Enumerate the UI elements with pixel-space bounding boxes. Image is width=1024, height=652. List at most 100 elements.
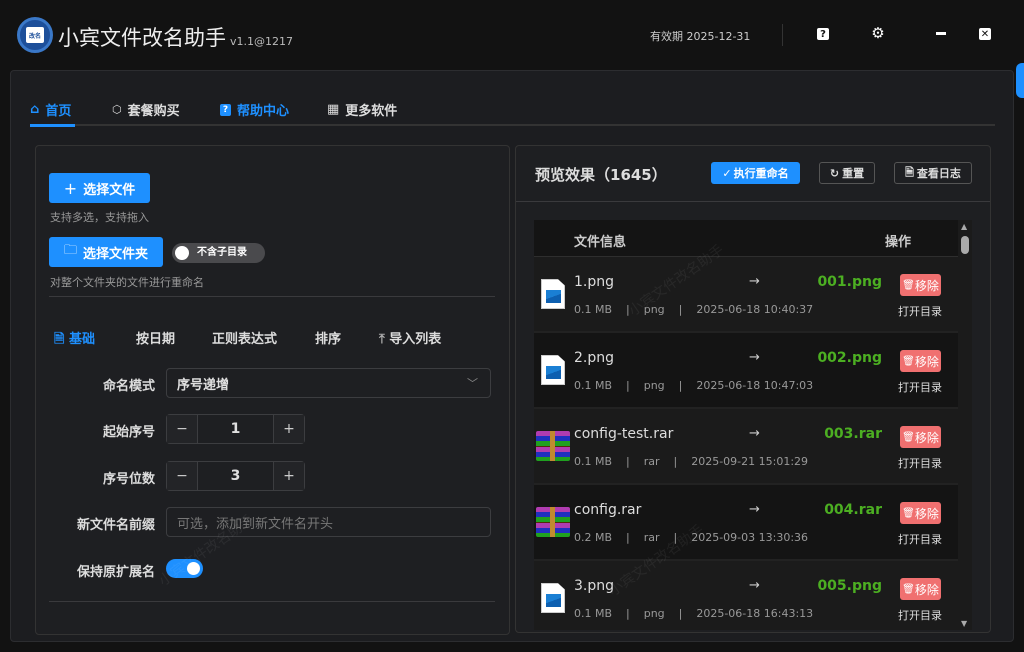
decrement-button[interactable]: − — [167, 462, 197, 490]
button-label: 重置 — [842, 165, 864, 181]
trash-icon: 🗑 — [902, 432, 915, 443]
table-row: config-test.rar 0.1 MB | rar | 2025-09-2… — [534, 409, 958, 485]
tab-more-software[interactable]: ▦更多软件 — [327, 100, 397, 119]
tab-purchase[interactable]: ⬡套餐购买 — [112, 100, 180, 119]
file-size: 0.1 MB — [574, 303, 612, 316]
tab-label: 帮助中心 — [237, 100, 289, 119]
button-label: 选择文件 — [83, 179, 135, 198]
subtab-basic[interactable]: 🗎 基础 — [54, 328, 95, 352]
arrow-icon: → — [749, 426, 760, 441]
document-icon: 🗎 — [905, 164, 914, 183]
reset-button[interactable]: ↻重置 — [819, 162, 875, 184]
help-bubble-icon: ? — [220, 104, 231, 116]
mode-value: 序号递增 — [177, 374, 229, 393]
new-file-name: 001.png — [817, 274, 882, 290]
active-tab-indicator — [30, 124, 75, 127]
table-row: 2.png 0.1 MB | png | 2025-06-18 10:47:03… — [534, 333, 958, 409]
new-file-name: 002.png — [817, 350, 882, 366]
subtab-import-list[interactable]: ⤒ 导入列表 — [379, 328, 441, 347]
remove-button[interactable]: 🗑移除 — [900, 502, 941, 524]
increment-button[interactable]: + — [274, 462, 304, 490]
increment-button[interactable]: + — [274, 415, 304, 443]
package-icon: ⬡ — [112, 103, 122, 116]
document-icon: 🗎 — [54, 332, 64, 347]
archive-file-icon — [536, 431, 570, 461]
scroll-up-icon[interactable]: ▲ — [961, 222, 967, 231]
file-date: 2025-09-03 13:30:36 — [691, 531, 808, 544]
trash-icon: 🗑 — [902, 280, 915, 291]
new-file-name: 003.rar — [824, 426, 882, 442]
app-logo: 改名 — [17, 17, 53, 53]
subtab-by-date[interactable]: 按日期 — [136, 328, 175, 347]
grid-icon: ▦ — [327, 102, 339, 117]
digits-input[interactable]: 3 — [197, 462, 274, 490]
preview-table: 文件信息 操作 1.png 0.1 MB | png | 2025-06-18 … — [534, 220, 958, 630]
subtab-regex[interactable]: 正则表达式 — [212, 328, 277, 347]
plus-icon: + — [64, 179, 77, 198]
digits-stepper: −3+ — [166, 461, 305, 491]
view-log-button[interactable]: 🗎查看日志 — [894, 162, 972, 184]
version: v1.1@1217 — [230, 35, 293, 48]
scrollbar[interactable]: ▲▼ — [958, 220, 972, 630]
remove-button[interactable]: 🗑移除 — [900, 578, 941, 600]
select-folder-button[interactable]: 🗀 选择文件夹 — [49, 237, 163, 267]
gear-icon[interactable]: ⚙ — [871, 26, 885, 40]
button-label: 选择文件夹 — [83, 243, 148, 262]
folder-icon: 🗀 — [64, 241, 77, 263]
scroll-down-icon[interactable]: ▼ — [961, 619, 967, 628]
table-row: config.rar 0.2 MB | rar | 2025-09-03 13:… — [534, 485, 958, 561]
trash-icon: 🗑 — [902, 356, 915, 367]
open-dir-link[interactable]: 打开目录 — [898, 531, 942, 547]
arrow-icon: → — [749, 502, 760, 517]
file-name: config-test.rar — [574, 426, 673, 442]
close-icon[interactable]: ✕ — [979, 28, 991, 40]
image-file-icon — [541, 279, 565, 309]
logo-text: 改名 — [26, 27, 44, 43]
file-name: 2.png — [574, 350, 614, 366]
divider — [516, 201, 990, 202]
open-dir-link[interactable]: 打开目录 — [898, 379, 942, 395]
image-file-icon — [541, 355, 565, 385]
toggle-label: 不含子目录 — [197, 247, 247, 258]
file-size: 0.1 MB — [574, 607, 612, 620]
button-label: 移除 — [915, 429, 939, 446]
select-files-button[interactable]: + 选择文件 — [49, 173, 150, 203]
file-date: 2025-06-18 10:47:03 — [696, 379, 813, 392]
table-header: 文件信息 操作 — [534, 220, 958, 257]
button-label: 查看日志 — [917, 165, 961, 181]
file-meta: 0.1 MB | rar | 2025-09-21 15:01:29 — [574, 455, 808, 468]
subdir-toggle[interactable]: 不含子目录 — [172, 243, 265, 263]
tab-help[interactable]: ? 帮助中心 — [220, 100, 289, 119]
help-icon[interactable]: ? — [817, 28, 829, 40]
remove-button[interactable]: 🗑移除 — [900, 274, 941, 296]
col-file-info: 文件信息 — [574, 231, 626, 250]
file-ext: rar — [644, 455, 660, 468]
subtab-sort[interactable]: 排序 — [315, 328, 341, 347]
minimize-icon[interactable] — [934, 26, 948, 40]
file-ext: rar — [644, 531, 660, 544]
button-label: 移除 — [915, 353, 939, 370]
remove-button[interactable]: 🗑移除 — [900, 426, 941, 448]
divider — [49, 296, 495, 297]
execute-rename-button[interactable]: ✓执行重命名 — [711, 162, 800, 184]
open-dir-link[interactable]: 打开目录 — [898, 607, 942, 623]
file-meta: 0.1 MB | png | 2025-06-18 10:40:37 — [574, 303, 813, 316]
expiry-date: 2025-12-31 — [687, 30, 751, 43]
mode-select[interactable]: 序号递增﹀ — [166, 368, 491, 398]
remove-button[interactable]: 🗑移除 — [900, 350, 941, 372]
refresh-icon: ↻ — [830, 167, 839, 180]
app-title: 小宾文件改名助手v1.1@1217 — [58, 22, 293, 52]
side-tab[interactable] — [1016, 63, 1024, 98]
open-dir-link[interactable]: 打开目录 — [898, 303, 942, 319]
arrow-icon: → — [749, 274, 760, 289]
scrollbar-thumb[interactable] — [961, 236, 969, 254]
file-size: 0.2 MB — [574, 531, 612, 544]
start-input[interactable]: 1 — [197, 415, 274, 443]
tab-home[interactable]: ⌂首页 — [30, 100, 71, 119]
file-meta: 0.1 MB | png | 2025-06-18 16:43:13 — [574, 607, 813, 620]
divider — [782, 24, 783, 46]
open-dir-link[interactable]: 打开目录 — [898, 455, 942, 471]
trash-icon: 🗑 — [902, 508, 915, 519]
decrement-button[interactable]: − — [167, 415, 197, 443]
arrow-icon: → — [749, 578, 760, 593]
